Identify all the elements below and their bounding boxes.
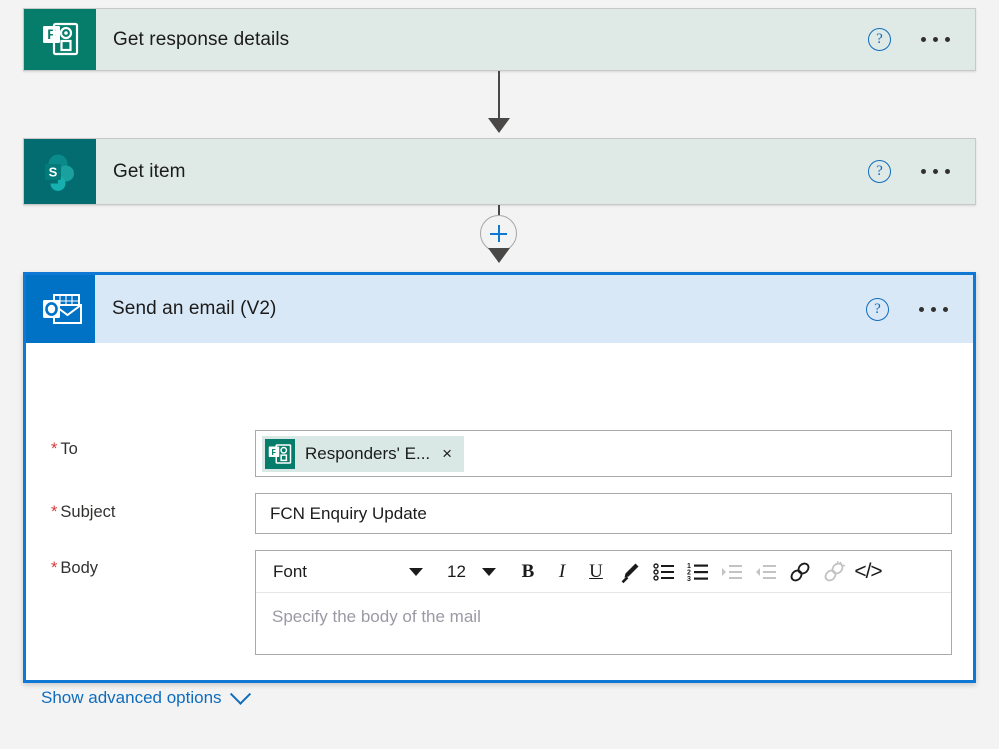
rte-toolbar: Font 12 B I U 1 2 3 </> xyxy=(256,551,951,593)
body-rich-text-editor[interactable]: Font 12 B I U 1 2 3 </> Specify the body… xyxy=(255,550,952,655)
card-header: F Get response details ? xyxy=(24,9,975,70)
subject-field[interactable]: FCN Enquiry Update xyxy=(255,493,952,534)
bulleted-list-icon[interactable] xyxy=(648,556,680,588)
help-icon[interactable]: ? xyxy=(866,297,889,321)
card-header-actions: ? xyxy=(866,275,973,343)
sharepoint-icon: S xyxy=(24,139,96,204)
card-header-actions: ? xyxy=(868,9,975,70)
help-icon[interactable]: ? xyxy=(868,160,891,183)
show-advanced-options-label: Show advanced options xyxy=(41,688,222,707)
chevron-down-icon xyxy=(482,567,496,576)
to-field[interactable]: F Responders' E... × xyxy=(255,430,952,477)
help-icon[interactable]: ? xyxy=(868,28,891,51)
body-placeholder: Specify the body of the mail xyxy=(272,607,481,626)
flow-step-card-get-item[interactable]: S Get item ? xyxy=(23,138,976,205)
card-title: Send an email (V2) xyxy=(112,298,277,319)
card-header: S Get item ? xyxy=(24,139,975,204)
card-title: Get response details xyxy=(96,9,868,70)
body-field-label: * Body xyxy=(51,559,99,577)
connector-line xyxy=(498,205,500,215)
card-header-actions: ? xyxy=(868,139,975,204)
svg-text:3: 3 xyxy=(687,576,691,583)
code-view-icon[interactable]: </> xyxy=(852,556,884,588)
required-marker: * xyxy=(51,440,58,458)
required-marker: * xyxy=(51,503,58,521)
decrease-indent-icon[interactable] xyxy=(750,556,782,588)
dynamic-content-token[interactable]: F Responders' E... × xyxy=(262,435,465,472)
font-family-select[interactable]: Font xyxy=(262,556,432,588)
insert-new-step-button[interactable] xyxy=(480,215,517,252)
flow-designer-canvas: F Get response details ? S Get item ? Se… xyxy=(0,0,999,749)
card-header: Send an email (V2) ? xyxy=(26,275,973,343)
flow-step-card-send-an-email[interactable]: Send an email (V2) ? * To F Responders' … xyxy=(23,272,976,707)
underline-button[interactable]: U xyxy=(580,556,612,588)
more-commands-button[interactable] xyxy=(921,37,950,42)
font-size-select[interactable]: 12 xyxy=(440,556,504,588)
numbered-list-icon[interactable]: 1 2 3 xyxy=(682,556,714,588)
subject-field-label: * Subject xyxy=(51,503,116,521)
chevron-down-icon xyxy=(229,683,251,705)
microsoft-forms-icon: F xyxy=(24,9,96,70)
more-commands-button[interactable] xyxy=(919,306,948,312)
connector-line xyxy=(498,71,500,123)
token-label: Responders' E... xyxy=(305,443,431,463)
connector-arrow-icon xyxy=(488,248,510,263)
required-marker: * xyxy=(51,559,58,577)
subject-value: FCN Enquiry Update xyxy=(270,503,427,523)
email-form: * To F Responders' E... × * Subject FCN … xyxy=(26,343,973,707)
to-field-label: * To xyxy=(51,440,78,458)
remove-token-icon[interactable]: × xyxy=(442,444,464,464)
increase-indent-icon[interactable] xyxy=(716,556,748,588)
card-title: Get item xyxy=(96,139,868,204)
font-size-value: 12 xyxy=(447,561,466,581)
microsoft-forms-icon: F xyxy=(265,438,295,469)
body-input[interactable]: Specify the body of the mail xyxy=(256,593,951,669)
flow-step-card-get-response-details[interactable]: F Get response details ? xyxy=(23,8,976,71)
more-commands-button[interactable] xyxy=(921,169,950,174)
connector-arrow-icon xyxy=(488,118,510,133)
text-color-pen-icon[interactable] xyxy=(614,556,646,588)
outlook-icon xyxy=(26,275,95,343)
italic-button[interactable]: I xyxy=(546,556,578,588)
remove-link-icon[interactable] xyxy=(818,556,850,588)
insert-link-icon[interactable] xyxy=(784,556,816,588)
chevron-down-icon xyxy=(409,567,423,576)
show-advanced-options-button[interactable]: Show advanced options xyxy=(41,683,251,708)
bold-button[interactable]: B xyxy=(512,556,544,588)
svg-text:S: S xyxy=(49,164,58,179)
font-family-value: Font xyxy=(273,561,308,581)
